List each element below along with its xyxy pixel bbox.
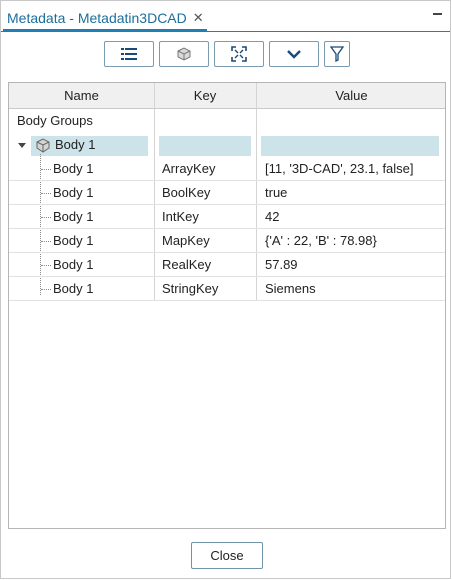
expand-triangle-icon[interactable]: [18, 143, 26, 149]
tree-connector: [41, 265, 51, 266]
filter-button[interactable]: [324, 41, 350, 67]
column-header-value[interactable]: Value: [256, 83, 447, 108]
selection-highlight: [159, 136, 251, 156]
column-header-name[interactable]: Name: [9, 83, 154, 108]
group-label: Body Groups: [17, 113, 93, 128]
tree-connector: [41, 241, 51, 242]
part-icon: [177, 47, 191, 61]
tab-bar: Metadata - Metadatin3DCAD ✕: [1, 1, 450, 33]
row-name: Body 1: [53, 209, 94, 224]
list-view-button[interactable]: [104, 41, 154, 67]
row-name: Body 1: [53, 257, 94, 272]
row-key: RealKey: [162, 257, 212, 272]
filter-icon: [330, 46, 344, 62]
table-row[interactable]: Body 1 IntKey 42: [9, 205, 445, 229]
column-header-key[interactable]: Key: [154, 83, 256, 108]
table-row[interactable]: Body 1 BoolKey true: [9, 181, 445, 205]
tree-row-parent[interactable]: Body 1: [9, 133, 445, 157]
row-value: Siemens: [265, 281, 316, 296]
fit-all-button[interactable]: [214, 41, 264, 67]
row-value: 42: [265, 209, 280, 224]
metadata-window: Metadata - Metadatin3DCAD ✕ Name Key Val…: [0, 0, 451, 579]
close-button[interactable]: Close: [191, 542, 263, 569]
fit-icon: [231, 46, 247, 62]
part-view-button[interactable]: [159, 41, 209, 67]
tree-connector: [41, 217, 51, 218]
tab-bar-divider: [1, 31, 450, 32]
list-icon: [121, 48, 137, 60]
tree-connector: [41, 169, 51, 170]
tree-node-label: Body 1: [55, 137, 96, 152]
row-key: IntKey: [162, 209, 199, 224]
table-row[interactable]: Body 1 StringKey Siemens: [9, 277, 445, 301]
tab-title: Metadata - Metadatin3DCAD: [7, 10, 187, 26]
row-name: Body 1: [53, 281, 94, 296]
row-value: [11, '3D-CAD', 23.1, false]: [265, 161, 414, 176]
table-row[interactable]: Body 1 RealKey 57.89: [9, 253, 445, 277]
tab-close-icon[interactable]: ✕: [193, 10, 204, 26]
row-key: ArrayKey: [162, 161, 216, 176]
collapse-button[interactable]: [269, 41, 319, 67]
metadata-grid: Name Key Value Body Groups Body 1 Body 1…: [8, 82, 446, 529]
row-key: BoolKey: [162, 185, 211, 200]
tree-connector: [41, 289, 51, 290]
row-name: Body 1: [53, 185, 94, 200]
row-name: Body 1: [53, 233, 94, 248]
body-part-icon: [36, 138, 50, 153]
tab-metadata[interactable]: Metadata - Metadatin3DCAD ✕: [3, 6, 208, 30]
chevron-down-icon: [287, 50, 301, 59]
table-row[interactable]: Body 1 ArrayKey [11, '3D-CAD', 23.1, fal…: [9, 157, 445, 181]
selection-highlight: [261, 136, 439, 156]
row-value: 57.89: [265, 257, 298, 272]
row-name: Body 1: [53, 161, 94, 176]
group-row[interactable]: Body Groups: [9, 109, 445, 133]
row-value: {'A' : 22, 'B' : 78.98}: [265, 233, 377, 248]
toolbar: [1, 41, 450, 69]
table-row[interactable]: Body 1 MapKey {'A' : 22, 'B' : 78.98}: [9, 229, 445, 253]
minimize-icon[interactable]: [433, 13, 442, 15]
row-key: MapKey: [162, 233, 210, 248]
tree-connector: [41, 193, 51, 194]
grid-header: Name Key Value: [9, 83, 445, 109]
row-value: true: [265, 185, 288, 200]
row-key: StringKey: [162, 281, 219, 296]
